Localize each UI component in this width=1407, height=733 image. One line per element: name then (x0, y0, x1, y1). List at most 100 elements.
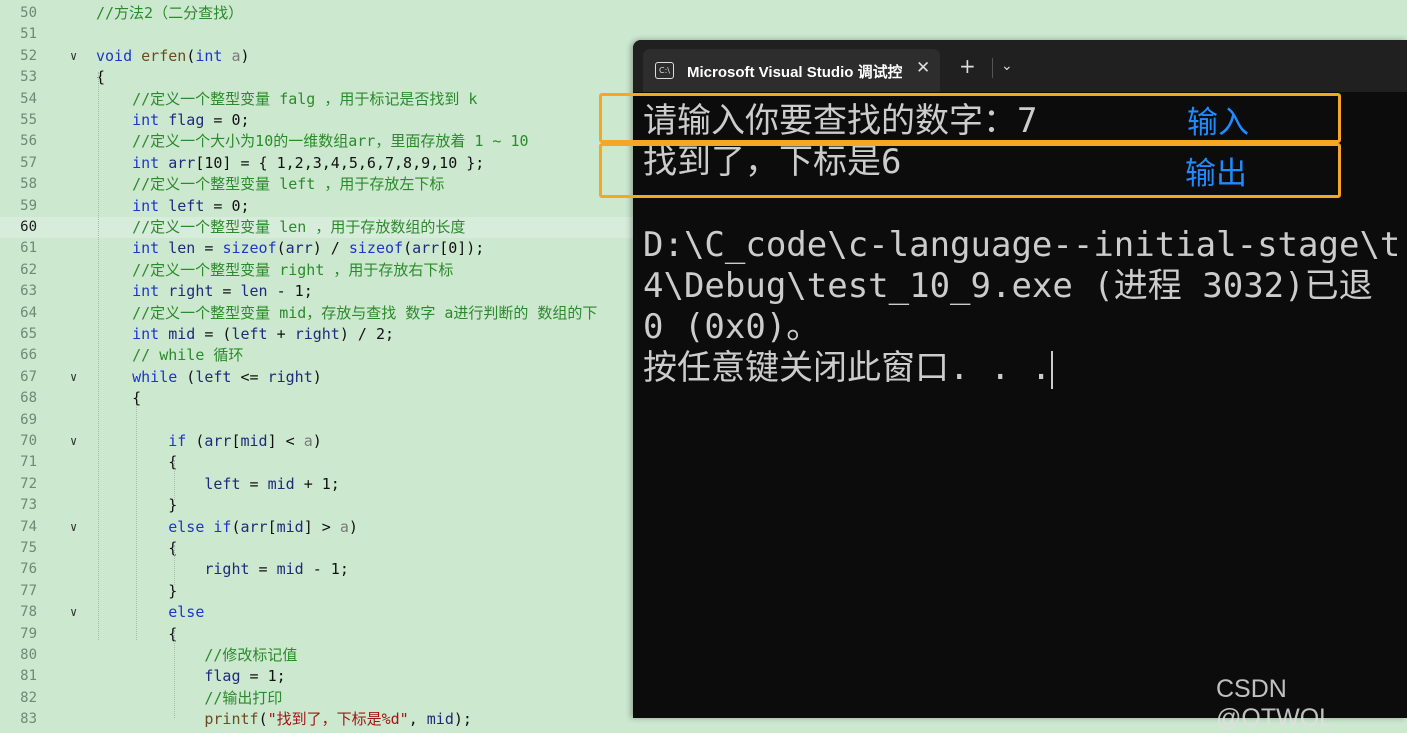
code-line[interactable]: 66 // while 循环 (0, 345, 640, 366)
code-text: right = mid - 1; (204, 560, 349, 579)
code-line[interactable]: 72 left = mid + 1; (0, 474, 640, 495)
indent-guide (174, 630, 175, 718)
line-number: 77 (20, 582, 37, 599)
code-line[interactable]: 59 int left = 0; (0, 196, 640, 217)
code-text: flag = 1; (204, 667, 286, 686)
code-text: int left = 0; (132, 196, 250, 215)
code-line[interactable]: 55 int flag = 0; (0, 110, 640, 131)
code-text: int right = len - 1; (132, 282, 313, 301)
code-text: if (arr[mid] < a) (168, 432, 322, 450)
code-line[interactable]: 50 //方法2（二分查找） (0, 3, 640, 24)
code-line[interactable]: 61 int len = sizeof(arr) / sizeof(arr[0]… (0, 238, 640, 259)
code-line[interactable]: 53{ (0, 67, 640, 88)
code-line[interactable]: 57 int arr[10] = { 1,2,3,4,5,6,7,8,9,10 … (0, 153, 640, 174)
fold-chevron-icon[interactable]: ∨ (70, 517, 84, 538)
code-text: { (96, 389, 142, 408)
code-line[interactable]: 74 ∨ else if(arr[mid] > a) (0, 517, 640, 538)
code-line[interactable]: 60 //定义一个整型变量 len ，用于存放数组的长度 (0, 217, 640, 239)
code-line[interactable]: 83 printf("找到了，下标是%d", mid); (0, 709, 640, 730)
line-number: 72 (20, 475, 37, 492)
indent-guide (136, 405, 137, 640)
code-line[interactable]: 58 //定义一个整型变量 left ，用于存放左下标 (0, 174, 640, 195)
code-line[interactable]: 77 } (0, 581, 640, 602)
code-line[interactable]: 62 //定义一个整型变量 right ，用于存放右下标 (0, 260, 640, 281)
watermark: CSDN @OTWOL (1216, 675, 1334, 732)
code-line[interactable]: 73 } (0, 495, 640, 516)
console-tab[interactable]: C:\ Microsoft Visual Studio 调试控制台 ✕ (643, 49, 940, 92)
line-number: 70 (20, 433, 37, 449)
code-text: left = mid + 1; (204, 474, 340, 493)
code-line[interactable]: 67 ∨ while (left <= right) (0, 367, 640, 388)
fold-chevron-icon[interactable]: ∨ (70, 367, 84, 388)
line-number: 65 (20, 326, 37, 342)
code-text: int arr[10] = { 1,2,3,4,5,6,7,8,9,10 }; (132, 153, 485, 172)
code-text: else (168, 603, 205, 622)
code-line[interactable]: 51 (0, 24, 640, 45)
close-icon[interactable]: ✕ (916, 58, 930, 78)
fold-chevron-icon[interactable]: ∨ (70, 431, 84, 452)
line-number: 63 (20, 283, 37, 300)
code-line[interactable]: 69 (0, 410, 640, 431)
code-line[interactable]: 80 //修改标记值 (0, 645, 640, 666)
console-line: 0 (0x0)。 (643, 307, 821, 347)
code-line[interactable]: 63 int right = len - 1; (0, 281, 640, 302)
line-number: 58 (20, 176, 37, 193)
line-number: 56 (20, 133, 37, 150)
code-text: //定义一个大小为10的一维数组arr，里面存放着 1 ~ 10 (132, 132, 529, 151)
code-line[interactable]: 82 //输出打印 (0, 688, 640, 709)
code-line[interactable]: 68 { (0, 388, 640, 409)
code-text: void erfen(int a) (96, 46, 250, 65)
line-number: 76 (20, 561, 37, 578)
fold-chevron-icon[interactable]: ∨ (70, 602, 84, 623)
line-number: 59 (20, 197, 37, 214)
code-text: int flag = 0; (132, 111, 250, 129)
new-tab-button[interactable]: + (959, 56, 976, 76)
console-line-last: 按任意键关闭此窗口. . . (643, 348, 1054, 389)
code-text: while (left <= right) (132, 367, 322, 386)
code-text: //方法2（二分查找） (96, 4, 244, 22)
code-line[interactable]: 52 ∨ void erfen(int a) (0, 46, 640, 67)
line-number: 57 (20, 154, 37, 171)
code-line[interactable]: 56 //定义一个大小为10的一维数组arr，里面存放着 1 ~ 10 (0, 131, 640, 152)
code-line[interactable]: 76 right = mid - 1; (0, 559, 640, 580)
code-line[interactable]: 70 ∨ if (arr[mid] < a) (0, 431, 640, 452)
code-text: // while 循环 (132, 346, 244, 365)
terminal-icon: C:\ (655, 62, 674, 79)
line-number: 52 (20, 47, 37, 64)
line-number: 55 (20, 112, 37, 128)
line-number: 73 (20, 497, 37, 514)
line-number: 54 (20, 90, 37, 107)
line-number: 50 (20, 5, 37, 21)
line-number: 67 (20, 368, 37, 385)
code-line[interactable]: 81 flag = 1; (0, 666, 640, 687)
text-cursor (1051, 350, 1054, 389)
code-line[interactable]: 79 { (0, 624, 640, 645)
code-text: int mid = (left + right) / 2; (132, 325, 395, 343)
code-line[interactable]: 71 { (0, 452, 640, 473)
line-number: 61 (20, 240, 37, 257)
code-line[interactable]: 65 int mid = (left + right) / 2; (0, 324, 640, 345)
line-number: 66 (20, 347, 37, 364)
console-line: D:\C_code\c-language--initial-stage\t (643, 225, 1401, 265)
code-text: //定义一个整型变量 left ，用于存放左下标 (132, 175, 445, 194)
code-line[interactable]: 54 //定义一个整型变量 falg ，用于标记是否找到 k (0, 89, 640, 110)
line-number: 75 (20, 540, 37, 556)
line-number: 69 (20, 411, 37, 428)
line-number: 80 (20, 647, 37, 663)
console-line: 4\Debug\test_10_9.exe (进程 3032)已退 (643, 266, 1373, 306)
code-line[interactable]: 78 ∨ else (0, 602, 640, 623)
line-number: 62 (20, 261, 37, 278)
fold-chevron-icon[interactable]: ∨ (70, 46, 84, 67)
line-number: 83 (20, 711, 37, 728)
code-line[interactable]: 64 //定义一个整型变量 mid，存放与查找 数字 a进行判断的 数组的下 (0, 303, 640, 324)
code-text: int len = sizeof(arr) / sizeof(arr[0]); (132, 239, 485, 258)
console-prompt-text: 按任意键关闭此窗口. . . (643, 348, 1052, 388)
input-annotation: 输入 (1187, 105, 1249, 141)
line-number: 79 (20, 625, 37, 642)
line-number: 68 (20, 390, 37, 407)
chevron-down-icon[interactable]: ⌄ (1001, 58, 1013, 74)
line-number: 64 (20, 304, 37, 321)
code-line[interactable]: 75 { (0, 538, 640, 559)
tab-divider (992, 58, 993, 78)
indent-guide (98, 72, 99, 640)
